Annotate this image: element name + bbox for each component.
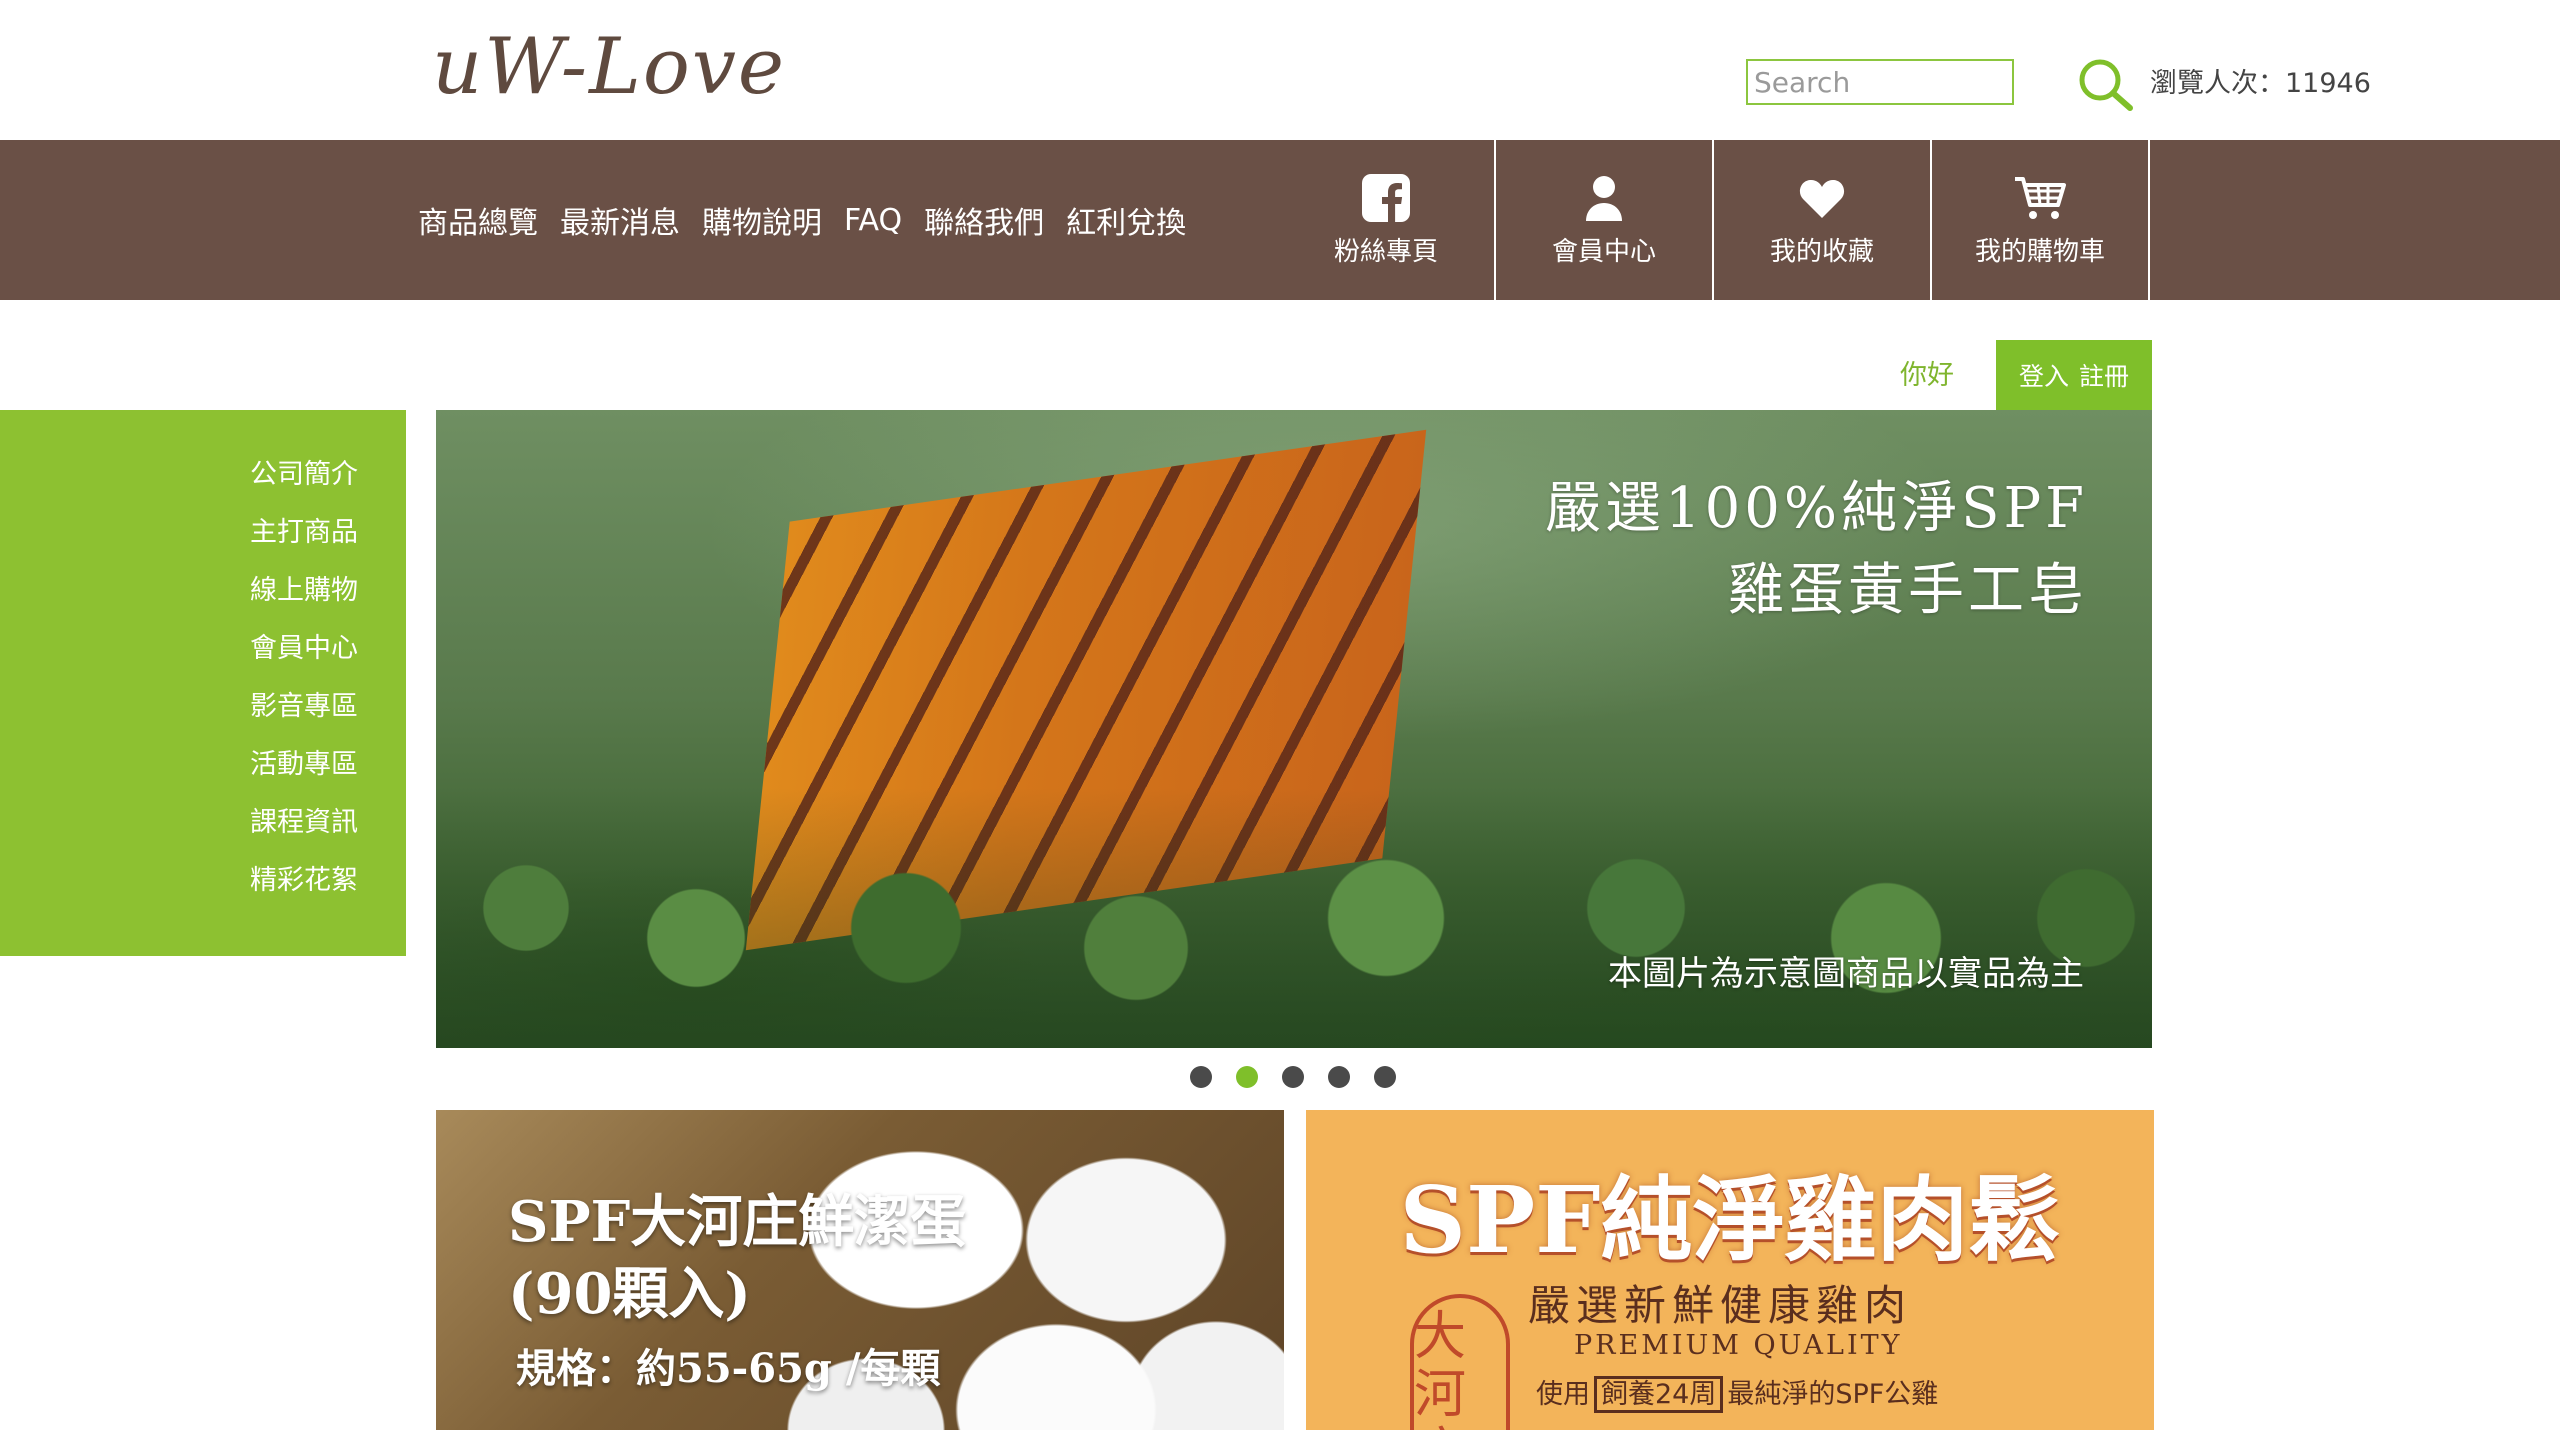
product-tile-chicken-floss[interactable]: SPF純淨雞肉鬆 大河庄 嚴選新鮮健康雞肉 PREMIUM QUALITY 使用… (1306, 1110, 2154, 1430)
floss-quality: PREMIUM QUALITY (1574, 1330, 1903, 1361)
site-logo[interactable]: uW-Love (432, 22, 802, 112)
carousel-dot-1[interactable] (1190, 1066, 1212, 1088)
clover-leaves-image (436, 788, 2152, 1048)
banner-title-line2: 雞蛋黃手工皂 (1728, 558, 2088, 623)
carousel-dot-5[interactable] (1374, 1066, 1396, 1088)
banner-title: 嚴選100%純淨SPF 雞蛋黃手工皂 (1545, 468, 2088, 632)
sidebar-item-events[interactable]: 活動專區 (0, 744, 406, 802)
menu-news[interactable]: 最新消息 (560, 198, 680, 242)
sidebar-item-online-shopping[interactable]: 線上購物 (0, 570, 406, 628)
favorites-button[interactable]: 我的收藏 (1714, 140, 1932, 300)
banner-disclaimer: 本圖片為示意圖商品以實品為主 (1608, 954, 2084, 994)
fan-page-label: 粉絲專頁 (1333, 236, 1438, 267)
visitor-count: 11946 (2285, 68, 2371, 99)
sidebar-item-featured-products[interactable]: 主打商品 (0, 512, 406, 570)
cart-button[interactable]: 我的購物車 (1932, 140, 2150, 300)
left-sidebar: 公司簡介 主打商品 線上購物 會員中心 影音專區 活動專區 課程資訊 精彩花絮 (0, 410, 406, 956)
menu-contact[interactable]: 聯絡我們 (924, 198, 1044, 242)
eggs-spec: 規格：約55-65g /每顆 (516, 1345, 941, 1392)
sidebar-item-company-intro[interactable]: 公司簡介 (0, 454, 406, 512)
seal-text: 大河庄 (1414, 1307, 1467, 1430)
favorites-label: 我的收藏 (1769, 236, 1874, 267)
floss-desc-post: 最純淨的SPF公雞 (1727, 1379, 1939, 1410)
floss-desc-pre: 使用 (1536, 1379, 1590, 1410)
main-menu: 商品總覽 最新消息 購物說明 FAQ 聯絡我們 紅利兌換 (418, 140, 1208, 300)
auth-box: 登入 註冊 (1996, 340, 2152, 410)
brand-seal-stamp: 大河庄 (1410, 1294, 1510, 1430)
menu-products[interactable]: 商品總覽 (418, 198, 538, 242)
heart-icon (1799, 179, 1845, 218)
member-center-label: 會員中心 (1551, 236, 1656, 267)
carousel-dot-4[interactable] (1328, 1066, 1350, 1088)
login-link[interactable]: 登入 (2019, 357, 2069, 393)
floss-description: 使用 飼養24周 最純淨的SPF公雞 (1536, 1372, 1939, 1413)
eggs-title: SPF大河庄鮮潔蛋 (90顆入) (508, 1186, 966, 1330)
carousel-dot-3[interactable] (1282, 1066, 1304, 1088)
greeting-text: 你好 (1900, 360, 1954, 391)
register-link[interactable]: 註冊 (2079, 357, 2129, 393)
member-center-button[interactable]: 會員中心 (1496, 140, 1714, 300)
user-icon (1586, 175, 1622, 221)
menu-shopping-guide[interactable]: 購物說明 (702, 198, 822, 242)
main-navbar: 商品總覽 最新消息 購物說明 FAQ 聯絡我們 紅利兌換 粉絲專頁 會員中心 我… (0, 140, 2560, 300)
visitor-counter: 瀏覽人次：11946 (2150, 64, 2371, 104)
visitor-label: 瀏覽人次： (2150, 68, 2285, 99)
sidebar-item-courses[interactable]: 課程資訊 (0, 802, 406, 860)
hero-banner[interactable]: 嚴選100%純淨SPF 雞蛋黃手工皂 本圖片為示意圖商品以實品為主 (436, 410, 2152, 1048)
search-icon (2079, 59, 2133, 111)
sidebar-item-member-center[interactable]: 會員中心 (0, 628, 406, 686)
sidebar-item-video[interactable]: 影音專區 (0, 686, 406, 744)
fan-page-button[interactable]: 粉絲專頁 (1278, 140, 1496, 300)
product-tile-eggs[interactable]: SPF大河庄鮮潔蛋 (90顆入) 規格：約55-65g /每顆 (436, 1110, 1284, 1430)
cart-icon (2015, 176, 2066, 219)
cart-label: 我的購物車 (1974, 236, 2105, 267)
eggs-title-line2: (90顆入) (508, 1261, 751, 1327)
menu-bonus-redeem[interactable]: 紅利兌換 (1066, 198, 1186, 242)
facebook-icon (1362, 173, 1410, 222)
carousel-dots (1190, 1066, 1420, 1088)
banner-title-line1: 嚴選100%純淨SPF (1545, 476, 2088, 541)
eggs-title-line1: SPF大河庄鮮潔蛋 (508, 1189, 967, 1255)
menu-faq[interactable]: FAQ (844, 203, 902, 238)
search-input[interactable] (1746, 59, 2014, 105)
sidebar-item-highlights[interactable]: 精彩花絮 (0, 860, 406, 918)
floss-desc-boxed: 飼養24周 (1594, 1376, 1724, 1413)
floss-subtitle: 嚴選新鮮健康雞肉 (1528, 1281, 1913, 1330)
floss-headline: SPF純淨雞肉鬆 (1399, 1166, 2061, 1274)
search-button[interactable] (2076, 56, 2136, 114)
carousel-dot-2[interactable] (1236, 1066, 1258, 1088)
